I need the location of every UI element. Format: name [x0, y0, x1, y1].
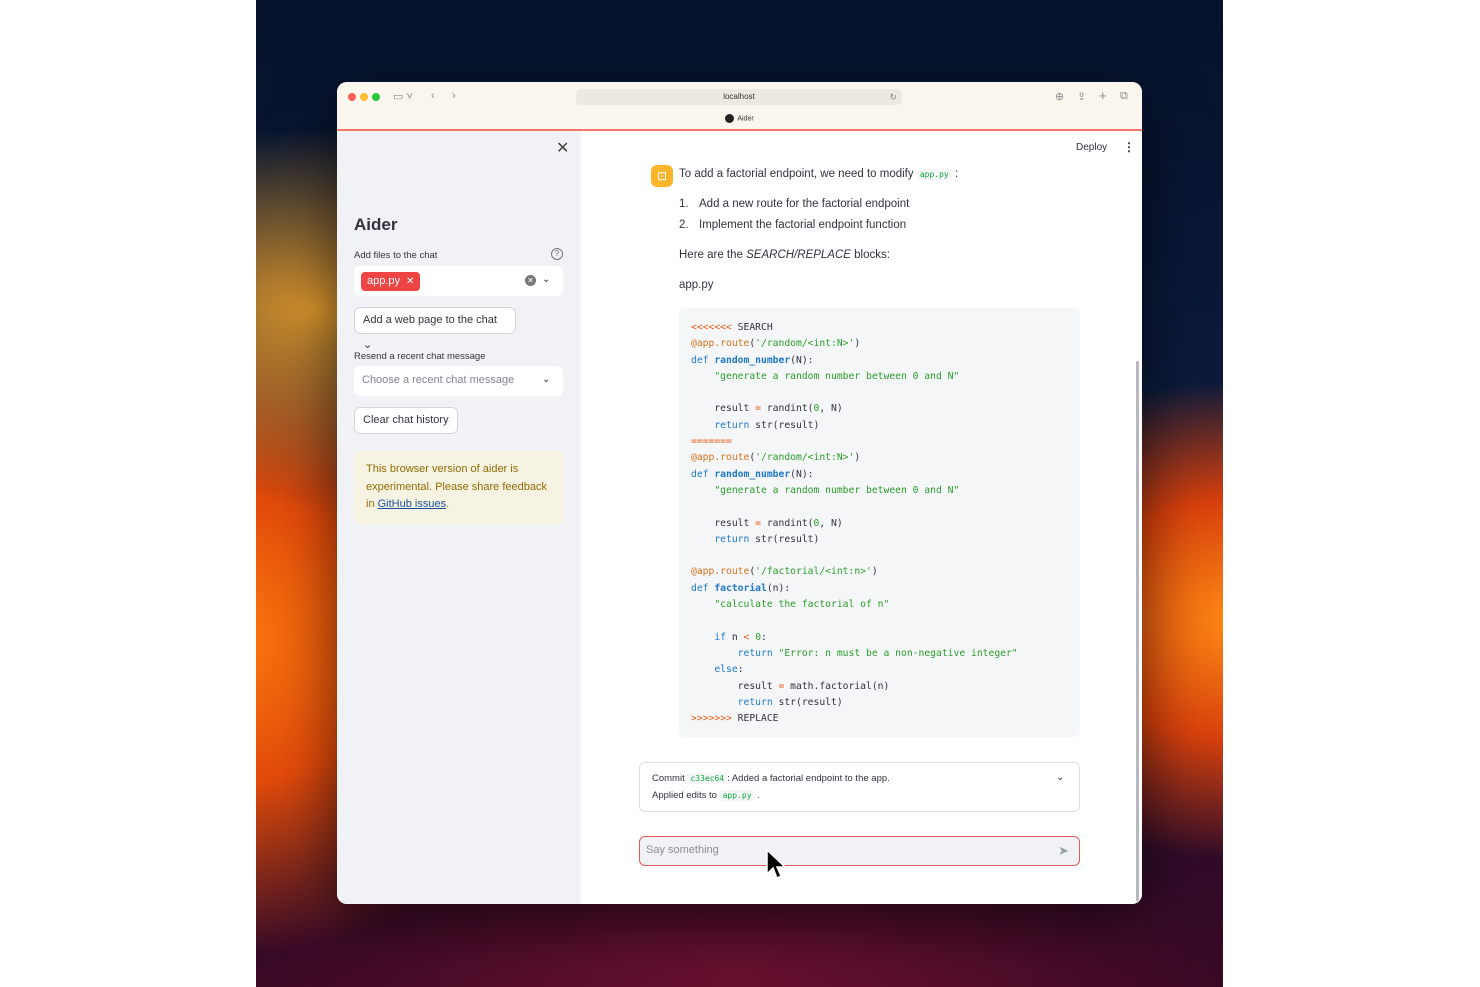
assistant-intro: To add a factorial endpoint, we need to … — [679, 168, 958, 180]
intro-after: : — [954, 168, 959, 180]
chevron-down-icon[interactable]: ⌄ — [1056, 772, 1064, 783]
sidebar-toggle-icon[interactable]: ▭ ˅ — [393, 90, 413, 103]
chat-input-placeholder: Say something — [646, 844, 719, 856]
share-icon[interactable]: ⇪ — [1077, 90, 1086, 103]
commit-message: : Added a factorial endpoint to the app. — [727, 773, 890, 784]
applied-end: . — [757, 790, 760, 801]
chevron-down-icon: ⌄ — [363, 339, 373, 351]
recent-message-select[interactable]: Choose a recent chat message ⌄ — [354, 366, 563, 396]
zoom-window-button[interactable] — [372, 93, 380, 101]
blocks-after: blocks: — [854, 249, 890, 261]
tab-overview-icon[interactable]: ⧉ — [1120, 90, 1128, 103]
resend-label: Resend a recent chat message — [354, 351, 486, 362]
mouse-cursor-icon — [766, 849, 786, 880]
applied-line: Applied edits to app.py . — [652, 790, 760, 801]
reload-icon[interactable]: ↻ — [889, 89, 897, 105]
file-chip-label: app.py — [367, 275, 401, 287]
code-block: <<<<<<< SEARCH @app.route('/random/<int:… — [679, 308, 1080, 737]
commit-expander[interactable]: Commit c33ec64: Added a factorial endpoi… — [639, 762, 1080, 812]
browser-tab[interactable]: Aider — [337, 114, 1142, 123]
commit-label: Commit — [652, 773, 685, 784]
commit-line: Commit c33ec64: Added a factorial endpoi… — [652, 773, 890, 784]
browser-titlebar: ▭ ˅ ‹ › localhost ↻ ⊕ ⇪ + ⧉ Aider — [337, 82, 1142, 131]
robot-icon: ⊡ — [651, 165, 673, 187]
forward-icon[interactable]: › — [452, 90, 456, 102]
clear-chat-history-button[interactable]: Clear chat history — [354, 407, 458, 434]
add-web-page-label: Add a web page to the chat — [363, 314, 497, 326]
menu-icon[interactable]: ⋮ — [1123, 140, 1135, 154]
aider-favicon-icon — [725, 114, 735, 123]
chevron-down-icon: ⌄ — [542, 374, 551, 385]
sidebar: ✕ Aider Add files to the chat ? app.py ✕ … — [337, 131, 581, 904]
applied-file: app.py — [719, 790, 755, 801]
chevron-down-icon[interactable]: ⌄ — [542, 274, 550, 285]
experimental-notice: This browser version of aider is experim… — [354, 451, 563, 524]
clear-selection-icon[interactable]: ✕ — [525, 275, 536, 286]
intro-text: To add a factorial endpoint, we need to … — [679, 168, 914, 180]
back-icon[interactable]: ‹ — [431, 90, 435, 102]
remove-file-icon[interactable]: ✕ — [406, 276, 414, 287]
new-tab-icon[interactable]: + — [1099, 88, 1107, 103]
commit-hash: c33ec64 — [687, 773, 728, 784]
chat-input[interactable]: Say something ➤ — [639, 836, 1080, 866]
github-issues-link[interactable]: GitHub issues — [378, 498, 446, 510]
add-web-page-button[interactable]: Add a web page to the chat ⌄ — [354, 307, 516, 351]
blocks-em: SEARCH/REPLACE — [746, 249, 851, 261]
add-files-label: Add files to the chat — [354, 250, 438, 261]
blocks-intro: Here are the SEARCH/REPLACE blocks: — [679, 249, 890, 261]
list-number: 2. — [679, 219, 689, 231]
blocks-before: Here are the — [679, 249, 743, 261]
sidebar-title: Aider — [354, 215, 398, 234]
code-filename: app.py — [679, 279, 714, 291]
url-text: localhost — [723, 92, 755, 101]
main-content: Deploy ⋮ ⊡ To add a factorial endpoint, … — [581, 131, 1142, 904]
notice-end: . — [446, 498, 450, 510]
help-icon[interactable]: ? — [551, 248, 563, 260]
tab-title: Aider — [737, 115, 754, 123]
list-item-text: Implement the factorial endpoint functio… — [699, 219, 907, 231]
browser-window: ▭ ˅ ‹ › localhost ↻ ⊕ ⇪ + ⧉ Aider ✕ Aide… — [337, 82, 1142, 904]
list-item: 2. Implement the factorial endpoint funct… — [679, 219, 906, 231]
list-number: 1. — [679, 198, 689, 210]
file-chip: app.py ✕ — [361, 272, 421, 291]
applied-label: Applied edits to — [652, 790, 717, 801]
intro-code: app.py — [916, 169, 952, 180]
close-window-button[interactable] — [348, 93, 356, 101]
list-item: 1. Add a new route for the factorial endp… — [679, 198, 909, 210]
download-icon[interactable]: ⊕ — [1055, 90, 1064, 103]
send-icon[interactable]: ➤ — [1058, 843, 1069, 859]
close-icon[interactable]: ✕ — [556, 138, 569, 158]
scrollbar[interactable] — [1136, 361, 1139, 901]
recent-message-placeholder: Choose a recent chat message — [362, 374, 515, 386]
list-item-text: Add a new route for the factorial endpoi… — [699, 198, 910, 210]
minimize-window-button[interactable] — [360, 93, 368, 101]
address-bar[interactable]: localhost ↻ — [576, 89, 902, 105]
code-content: <<<<<<< SEARCH @app.route('/random/<int:… — [691, 322, 1018, 725]
file-multiselect[interactable]: app.py ✕ ✕ ⌄ — [354, 266, 563, 296]
deploy-button[interactable]: Deploy — [1076, 142, 1107, 153]
